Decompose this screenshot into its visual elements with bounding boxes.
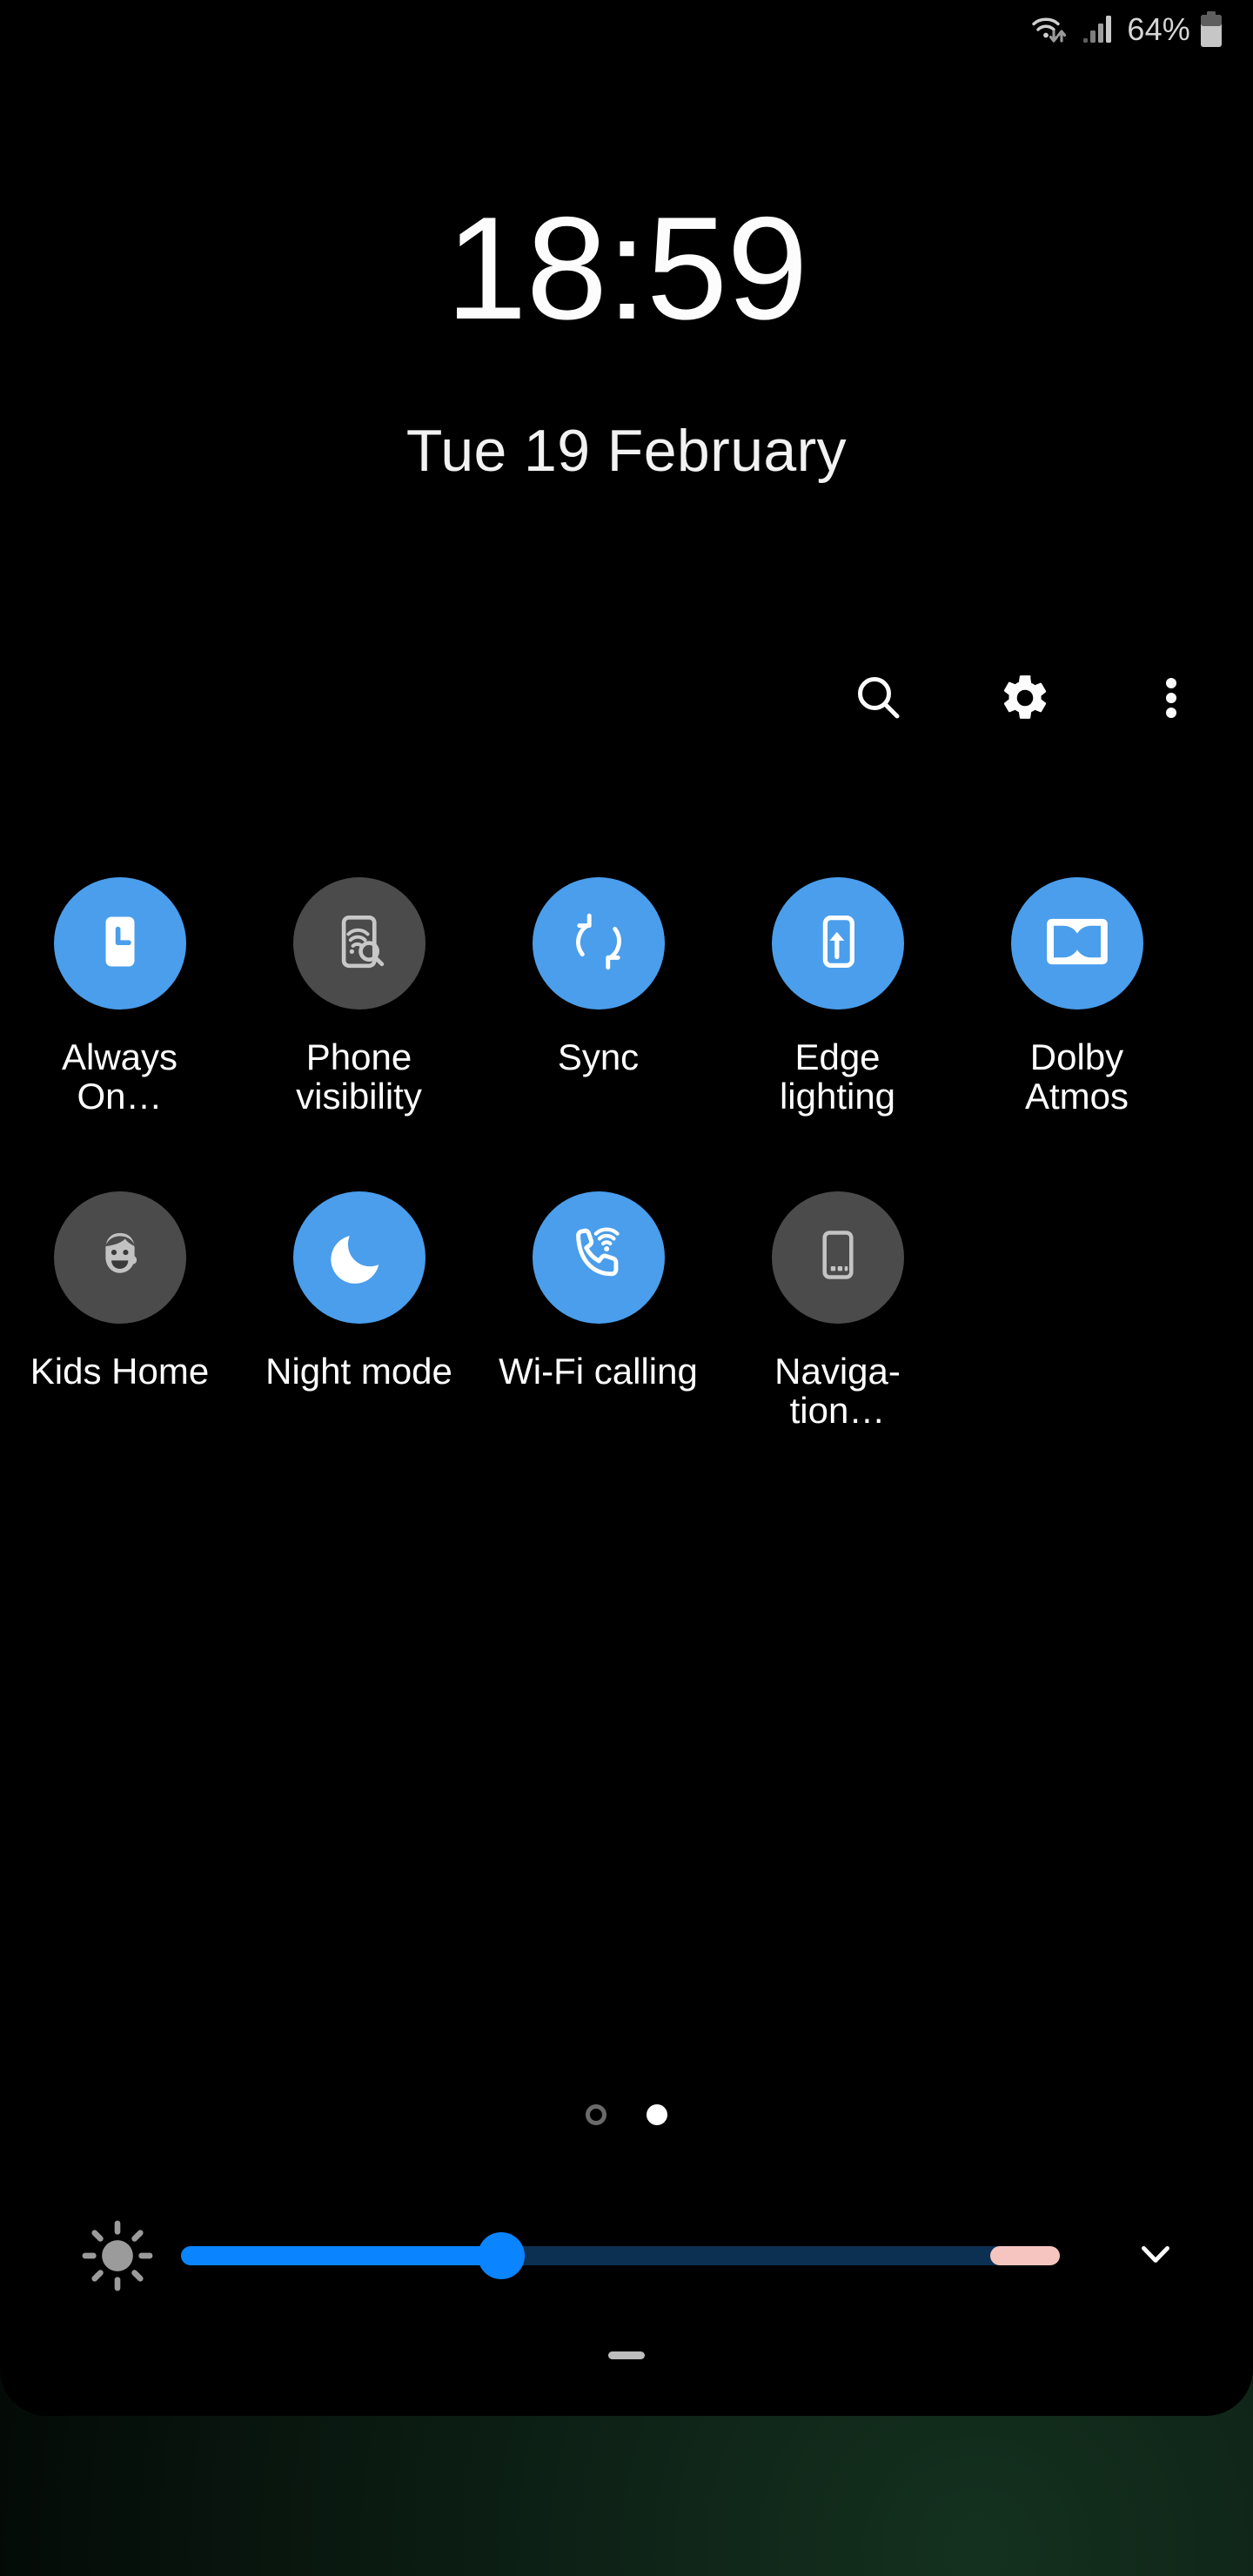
quick-tile-icon-wrap [1010,877,1143,1010]
quick-tile-icon-wrap [771,1191,904,1324]
quick-tile-label: Wi-Fi calling [499,1350,698,1392]
quick-tile-kids-home[interactable]: Kids Home [0,1191,239,1431]
chevron-down-icon [1131,2230,1180,2283]
quick-tile-wifi-calling[interactable]: Wi-Fi calling [479,1191,718,1431]
always-on-display-icon [89,910,151,977]
quick-tile-label: Naviga-tion… [774,1350,901,1432]
more-options-icon [1144,671,1198,729]
navigation-bar-icon [808,1225,868,1289]
quick-settings-grid: Always On… Phone visibility Sync Edge li… [0,877,1253,1430]
quick-tile-icon-wrap [292,1191,425,1324]
quick-tile-icon-wrap [771,877,904,1010]
brightness-slider-thumb[interactable] [478,2232,526,2279]
more-options-button[interactable] [1140,668,1203,731]
quick-tile-always-on-display[interactable]: Always On… [0,877,239,1117]
quick-tile-label: Always On… [61,1036,178,1117]
search-icon [852,671,906,729]
quick-tile-edge-lighting[interactable]: Edge lighting [718,877,957,1117]
battery-icon [1199,11,1223,48]
quick-tile-label: Sync [557,1036,640,1077]
quick-tile-label: Edge lighting [779,1036,896,1117]
search-button[interactable] [848,668,910,731]
brightness-auto-marker [989,2246,1060,2265]
quick-tile-icon-wrap [53,1191,186,1324]
quick-tile-label: Kids Home [30,1350,210,1392]
quick-settings-panel: 64% 18:59 Tue 19 February Always On… Pho… [0,0,1253,2416]
brightness-row [0,2210,1253,2301]
brightness-expand-button[interactable] [1103,2230,1208,2283]
battery-percent-label: 64% [1127,11,1190,47]
quick-tile-icon-wrap [53,877,186,1010]
kids-home-icon [90,1224,151,1290]
quick-tile-icon-wrap [532,877,665,1010]
quick-tile-icon-wrap [532,1191,665,1324]
clock-date: Tue 19 February [405,418,848,484]
brightness-sun-icon [70,2219,165,2292]
page-dot-1[interactable] [586,2104,606,2125]
brightness-slider[interactable] [181,2210,1096,2301]
panel-drag-handle[interactable] [608,2351,645,2359]
quick-tile-label: Phone visibility [296,1036,422,1117]
status-bar: 64% [0,0,1253,59]
phone-visibility-icon [327,909,392,978]
quick-tile-sync[interactable]: Sync [479,877,718,1117]
sync-icon [566,909,632,979]
quick-settings-header [848,668,1203,731]
quick-tile-night-mode[interactable]: Night mode [239,1191,479,1431]
wifi-calling-icon [566,1222,632,1292]
settings-button[interactable] [994,668,1056,731]
quick-tile-dolby-atmos[interactable]: Dolby Atmos [957,877,1196,1117]
quick-tile-icon-wrap [292,877,425,1010]
edge-lighting-icon [807,911,868,976]
gear-icon [998,671,1052,729]
dolby-atmos-icon [1045,916,1109,971]
page-dot-2[interactable] [647,2104,667,2125]
brightness-slider-fill [181,2246,502,2265]
clock-time: 18:59 [446,186,807,350]
quick-tile-navigation-bar[interactable]: Naviga-tion… [718,1191,957,1431]
quick-tile-label: Dolby Atmos [1024,1036,1129,1117]
night-mode-moon-icon [327,1223,392,1291]
quick-tile-label: Night mode [265,1350,452,1392]
cellular-signal-icon [1083,13,1113,46]
page-indicator [0,2104,1253,2125]
quick-tile-phone-visibility[interactable]: Phone visibility [239,877,479,1117]
wifi-with-transfer-arrows-icon [1031,11,1071,48]
